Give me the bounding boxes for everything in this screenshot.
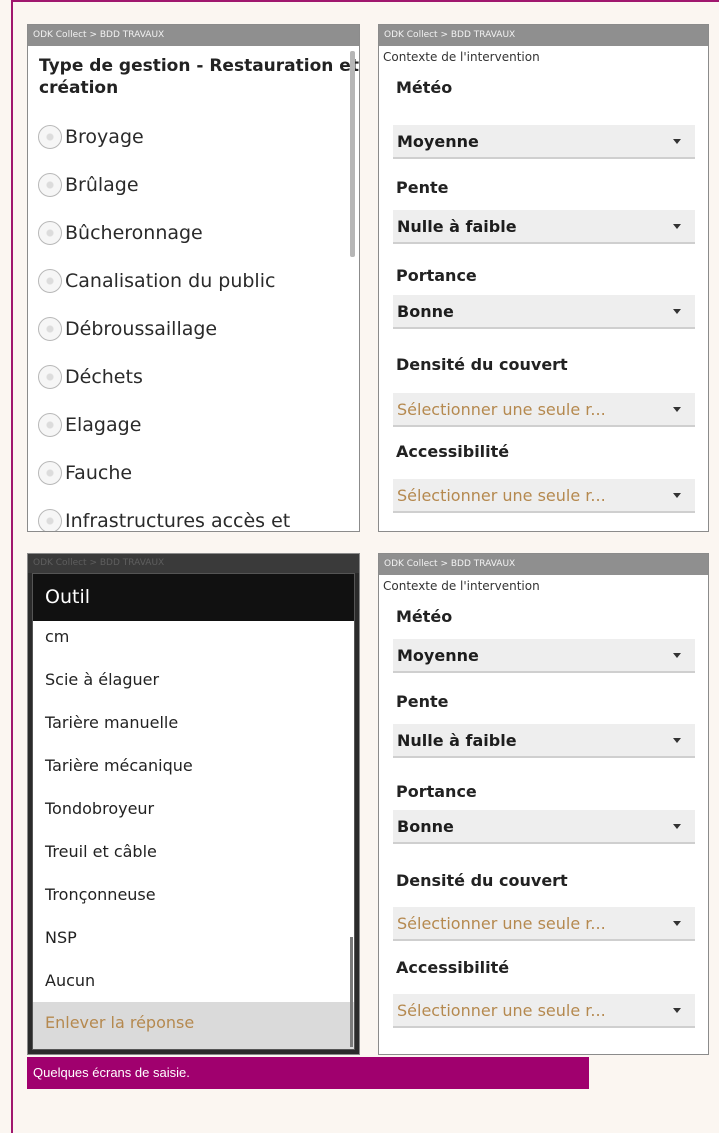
radio-option-canalisation[interactable]: Canalisation du public xyxy=(38,267,275,295)
radio-option-infrastructures[interactable]: Infrastructures accès et xyxy=(38,507,290,531)
select-meteo[interactable]: Moyenne xyxy=(393,639,695,673)
dropdown-caret-icon xyxy=(673,738,681,743)
scrollbar[interactable] xyxy=(350,51,355,257)
radio-option-fauche[interactable]: Fauche xyxy=(38,459,132,487)
dropdown-caret-icon xyxy=(673,493,681,498)
dropdown-caret-icon xyxy=(673,224,681,229)
dropdown-caret-icon xyxy=(673,824,681,829)
dialog-scrollbar[interactable] xyxy=(350,937,353,1047)
screen-contexte-intervention-2: ODK Collect > BDD TRAVAUX Contexte de l'… xyxy=(378,553,709,1055)
radio-button-icon[interactable] xyxy=(38,461,62,485)
field-label-meteo: Météo xyxy=(396,78,453,97)
outil-dialog: Outil cm Scie à élaguer Tarière manuelle… xyxy=(32,573,355,1050)
dialog-option-treuil[interactable]: Treuil et câble xyxy=(45,842,157,861)
dialog-option-aucun[interactable]: Aucun xyxy=(45,971,95,990)
radio-button-icon[interactable] xyxy=(38,221,62,245)
section-label: Contexte de l'intervention xyxy=(383,579,540,593)
dialog-option-scie[interactable]: Scie à élaguer xyxy=(45,670,159,689)
field-label-accessibilite: Accessibilité xyxy=(396,958,510,977)
question-label: Type de gestion - Restauration et créati… xyxy=(39,56,359,98)
dropdown-caret-icon xyxy=(673,1008,681,1013)
select-accessibilite[interactable]: Sélectionner une seule r... xyxy=(393,479,695,513)
dropdown-caret-icon xyxy=(673,407,681,412)
radio-button-icon[interactable] xyxy=(38,317,62,341)
status-bar: ODK Collect > BDD TRAVAUX xyxy=(379,25,708,46)
page-frame-top xyxy=(11,0,719,2)
status-bar: ODK Collect > BDD TRAVAUX xyxy=(379,554,708,575)
select-portance[interactable]: Bonne xyxy=(393,295,695,329)
screen-outil-dialog: ODK Collect > BDD TRAVAUX Outil cm Scie … xyxy=(27,553,360,1055)
dialog-option-tariere-mecanique[interactable]: Tarière mécanique xyxy=(45,756,193,775)
field-label-portance: Portance xyxy=(396,266,477,285)
field-label-pente: Pente xyxy=(396,178,449,197)
dropdown-caret-icon xyxy=(673,309,681,314)
radio-option-bucheronnage[interactable]: Bûcheronnage xyxy=(38,219,203,247)
field-label-pente: Pente xyxy=(396,692,449,711)
dropdown-caret-icon xyxy=(673,921,681,926)
radio-option-debroussaillage[interactable]: Débroussaillage xyxy=(38,315,217,343)
dialog-option-nsp[interactable]: NSP xyxy=(45,928,77,947)
field-label-portance: Portance xyxy=(396,782,477,801)
radio-option-elagage[interactable]: Elagage xyxy=(38,411,141,439)
radio-button-icon[interactable] xyxy=(38,365,62,389)
select-portance[interactable]: Bonne xyxy=(393,810,695,844)
clear-answer-button[interactable]: Enlever la réponse xyxy=(45,1013,194,1032)
field-label-densite: Densité du couvert xyxy=(396,355,568,374)
status-bar: ODK Collect > BDD TRAVAUX xyxy=(28,25,359,46)
dropdown-caret-icon xyxy=(673,653,681,658)
field-label-accessibilite: Accessibilité xyxy=(396,442,510,461)
section-label: Contexte de l'intervention xyxy=(383,50,540,64)
radio-button-icon[interactable] xyxy=(38,509,62,531)
radio-button-icon[interactable] xyxy=(38,173,62,197)
screen-type-de-gestion: ODK Collect > BDD TRAVAUX Type de gestio… xyxy=(27,24,360,532)
select-pente[interactable]: Nulle à faible xyxy=(393,724,695,758)
select-densite[interactable]: Sélectionner une seule r... xyxy=(393,907,695,941)
dialog-option-tronconneuse[interactable]: Tronçonneuse xyxy=(45,885,156,904)
radio-button-icon[interactable] xyxy=(38,269,62,293)
field-label-densite: Densité du couvert xyxy=(396,871,568,890)
select-pente[interactable]: Nulle à faible xyxy=(393,210,695,244)
select-densite[interactable]: Sélectionner une seule r... xyxy=(393,393,695,427)
select-accessibilite[interactable]: Sélectionner une seule r... xyxy=(393,994,695,1028)
field-label-meteo: Météo xyxy=(396,607,453,626)
screen-contexte-intervention: ODK Collect > BDD TRAVAUX Contexte de l'… xyxy=(378,24,709,532)
select-meteo[interactable]: Moyenne xyxy=(393,125,695,159)
dropdown-caret-icon xyxy=(673,139,681,144)
status-bar-dimmed: ODK Collect > BDD TRAVAUX xyxy=(28,554,359,573)
radio-button-icon[interactable] xyxy=(38,125,62,149)
dialog-option-cm[interactable]: cm xyxy=(45,627,69,646)
radio-option-dechets[interactable]: Déchets xyxy=(38,363,143,391)
dialog-title: Outil xyxy=(33,574,354,621)
radio-option-brulage[interactable]: Brûlage xyxy=(38,171,139,199)
radio-option-broyage[interactable]: Broyage xyxy=(38,123,144,151)
dialog-option-tondobroyeur[interactable]: Tondobroyeur xyxy=(45,799,154,818)
dialog-option-tariere-manuelle[interactable]: Tarière manuelle xyxy=(45,713,178,732)
page-frame-left xyxy=(11,0,13,1133)
radio-button-icon[interactable] xyxy=(38,413,62,437)
figure-caption: Quelques écrans de saisie. xyxy=(27,1057,589,1089)
